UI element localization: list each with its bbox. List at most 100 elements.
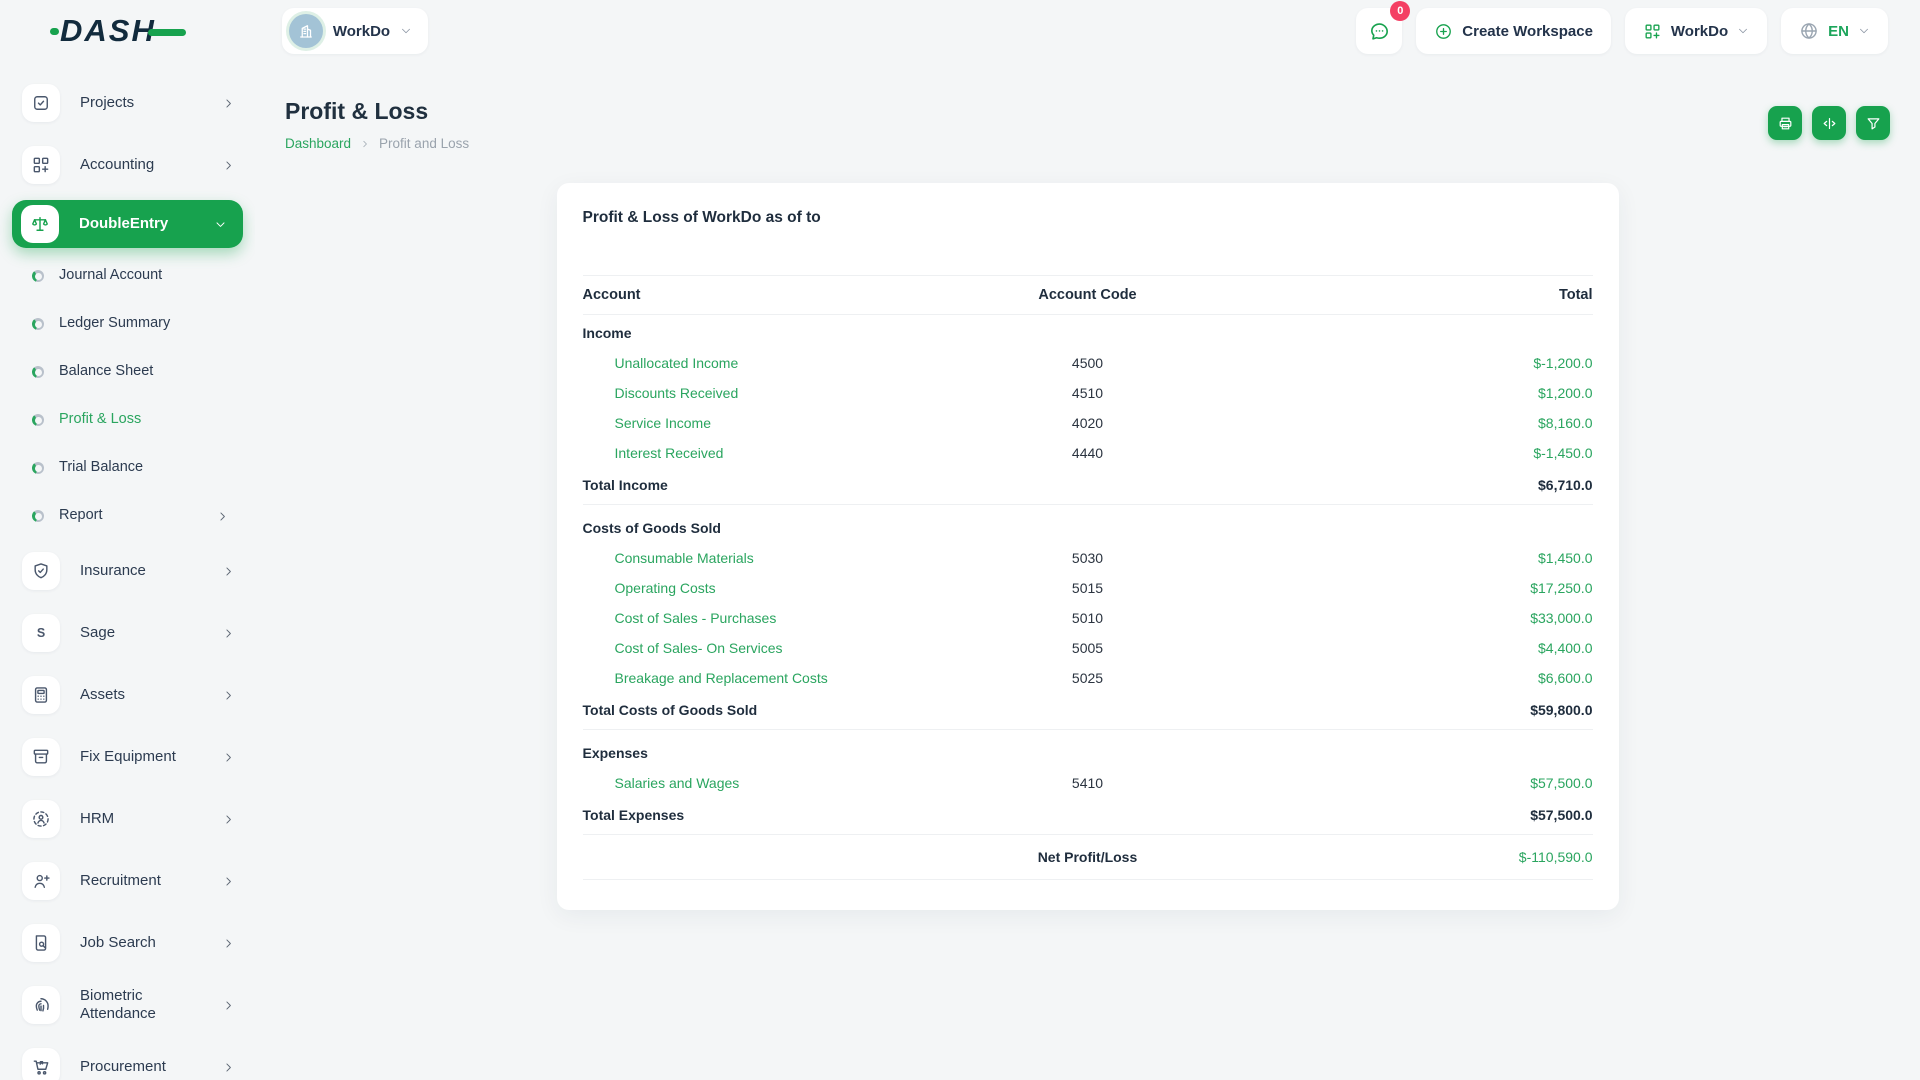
account-total: $1,450.0 — [1256, 543, 1593, 573]
code-icon — [1821, 115, 1838, 132]
account-row-discounts-received: Discounts Received4510$1,200.0 — [583, 378, 1593, 408]
chat-icon — [1368, 20, 1391, 43]
section-total-value: $57,500.0 — [1256, 798, 1593, 835]
sidebar-item-label: Recruitment — [80, 872, 208, 890]
breadcrumb-dashboard-link[interactable]: Dashboard — [285, 136, 351, 151]
ring-bullet-icon — [32, 318, 44, 330]
chevron-right-icon — [222, 1061, 235, 1074]
account-link[interactable]: Breakage and Replacement Costs — [583, 663, 920, 693]
language-dropdown[interactable]: EN — [1781, 8, 1888, 54]
sidebar-subitem-report[interactable]: Report — [0, 492, 255, 540]
sidebar-item-label: Accounting — [80, 156, 208, 174]
sidebar-subitem-ledger-summary[interactable]: Ledger Summary — [0, 300, 255, 348]
chevron-down-icon — [400, 25, 412, 37]
sidebar-item-label: Sage — [80, 624, 208, 642]
chevron-right-icon — [222, 937, 235, 950]
section-name: Costs of Goods Sold — [583, 505, 1593, 544]
sidebar-subitem-label: Report — [59, 507, 199, 524]
account-code: 4440 — [919, 438, 1256, 468]
chevron-down-icon — [1737, 25, 1749, 37]
account-link[interactable]: Cost of Sales - Purchases — [583, 603, 920, 633]
sidebar-subitem-profit-loss[interactable]: Profit & Loss — [0, 396, 255, 444]
account-link[interactable]: Operating Costs — [583, 573, 920, 603]
main-content: Profit & Loss Dashboard Profit and Loss — [255, 62, 1920, 1080]
account-total: $33,000.0 — [1256, 603, 1593, 633]
sidebar-item-insurance[interactable]: Insurance — [0, 540, 255, 602]
account-link[interactable]: Unallocated Income — [583, 348, 920, 378]
account-link[interactable]: Interest Received — [583, 438, 920, 468]
document-search-icon — [22, 924, 60, 962]
chevron-right-icon — [222, 97, 235, 110]
account-row-unallocated-income: Unallocated Income4500$-1,200.0 — [583, 348, 1593, 378]
account-link[interactable]: Discounts Received — [583, 378, 920, 408]
print-button[interactable] — [1768, 106, 1802, 140]
empty-cell — [919, 693, 1256, 730]
workspace-selector[interactable]: WorkDo — [282, 8, 428, 54]
sidebar-subitem-label: Journal Account — [59, 267, 199, 284]
sidebar-item-accounting[interactable]: Accounting — [0, 134, 255, 196]
sidebar-item-sage[interactable]: S Sage — [0, 602, 255, 664]
chevron-right-icon — [360, 139, 370, 149]
section-total-label: Total Income — [583, 468, 920, 505]
sidebar-item-projects[interactable]: Projects — [0, 72, 255, 134]
section-total-expenses: Total Expenses $57,500.0 — [583, 798, 1593, 835]
checkbox-icon — [22, 84, 60, 122]
sidebar-subitem-journal-account[interactable]: Journal Account — [0, 252, 255, 300]
account-code: 5010 — [919, 603, 1256, 633]
chevron-right-icon — [222, 999, 235, 1012]
empty-cell — [919, 468, 1256, 505]
sidebar-item-label: Assets — [80, 686, 208, 704]
sidebar-subitem-label: Balance Sheet — [59, 363, 199, 380]
section-total-label: Total Expenses — [583, 798, 920, 835]
account-link[interactable]: Salaries and Wages — [583, 768, 920, 798]
messages-count-badge: 0 — [1390, 1, 1410, 21]
account-code: 5015 — [919, 573, 1256, 603]
account-link[interactable]: Service Income — [583, 408, 920, 438]
breadcrumb-current: Profit and Loss — [379, 136, 469, 151]
messages-button[interactable]: 0 — [1356, 8, 1402, 54]
filter-button[interactable] — [1856, 106, 1890, 140]
section-name: Expenses — [583, 730, 1593, 769]
sidebar-subitem-label: Profit & Loss — [59, 411, 199, 428]
export-button[interactable] — [1812, 106, 1846, 140]
account-code: 5030 — [919, 543, 1256, 573]
sidebar-item-assets[interactable]: Assets — [0, 664, 255, 726]
logo-text: DASH — [60, 13, 156, 49]
chevron-right-icon — [222, 565, 235, 578]
account-total: $17,250.0 — [1256, 573, 1593, 603]
account-total: $8,160.0 — [1256, 408, 1593, 438]
person-plus-icon — [22, 862, 60, 900]
account-total: $-1,450.0 — [1256, 438, 1593, 468]
svg-text:S: S — [37, 626, 45, 640]
sidebar-item-recruitment[interactable]: Recruitment — [0, 850, 255, 912]
sidebar-subitem-balance-sheet[interactable]: Balance Sheet — [0, 348, 255, 396]
account-row-interest-received: Interest Received4440$-1,450.0 — [583, 438, 1593, 468]
account-row-cost-of-sales-on-services: Cost of Sales- On Services5005$4,400.0 — [583, 633, 1593, 663]
account-link[interactable]: Consumable Materials — [583, 543, 920, 573]
grid-plus-icon — [22, 146, 60, 184]
sidebar-item-fix-equipment[interactable]: Fix Equipment — [0, 726, 255, 788]
dash-logo[interactable]: DASH — [60, 13, 186, 49]
sidebar-item-job-search[interactable]: Job Search — [0, 912, 255, 974]
sidebar-item-doubleentry[interactable]: DoubleEntry — [12, 200, 243, 248]
account-code: 5005 — [919, 633, 1256, 663]
ring-bullet-icon — [32, 510, 44, 522]
account-total: $1,200.0 — [1256, 378, 1593, 408]
create-workspace-button[interactable]: Create Workspace — [1416, 8, 1611, 54]
workspace-dropdown[interactable]: WorkDo — [1625, 8, 1767, 54]
sidebar-item-procurement[interactable]: Procurement — [0, 1036, 255, 1080]
language-code: EN — [1828, 23, 1849, 40]
sidebar-item-hrm[interactable]: HRM — [0, 788, 255, 850]
account-link[interactable]: Cost of Sales- On Services — [583, 633, 920, 663]
page-title: Profit & Loss — [285, 98, 469, 125]
chevron-down-icon — [1858, 25, 1870, 37]
account-code: 5025 — [919, 663, 1256, 693]
printer-icon — [1777, 115, 1794, 132]
sidebar-subitem-trial-balance[interactable]: Trial Balance — [0, 444, 255, 492]
sidebar-item-label: Procurement — [80, 1058, 208, 1076]
column-header-account: Account — [583, 276, 920, 315]
account-total: $4,400.0 — [1256, 633, 1593, 663]
net-profit-loss-value: $-110,590.0 — [1256, 835, 1593, 880]
sidebar-item-biometric-attendance[interactable]: Biometric Attendance — [0, 974, 255, 1036]
ring-bullet-icon — [32, 366, 44, 378]
